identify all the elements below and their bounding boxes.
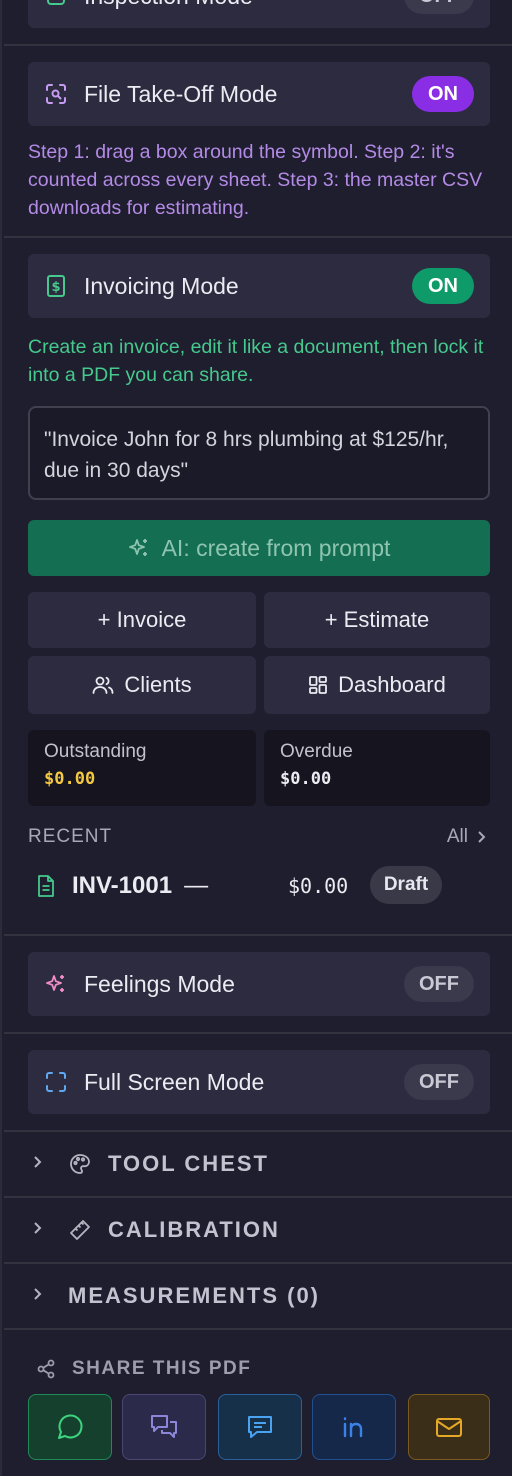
tool-chest-label: TOOL CHEST [108,1151,269,1176]
ai-prompt-input[interactable]: "Invoice John for 8 hrs plumbing at $125… [28,406,490,500]
side-panel: Inspection Mode OFF File Take-Off Mode O… [0,0,512,1476]
takeoff-mode-label: File Take-Off Mode [84,80,278,107]
chevron-right-icon [32,1220,48,1241]
dashboard-label: Dashboard [338,672,446,697]
feelings-mode-row[interactable]: Feelings Mode OFF [28,952,490,1016]
fullscreen-mode-row[interactable]: Full Screen Mode OFF [28,1050,490,1114]
divider [4,1032,512,1034]
takeoff-mode-toggle[interactable]: ON [412,76,474,112]
invoicing-help-text: Create an invoice, edit it like a docume… [28,336,484,386]
dashboard-icon [308,675,328,695]
inspection-mode-row[interactable]: Inspection Mode OFF [28,0,490,28]
takeoff-mode-row[interactable]: File Take-Off Mode ON [28,62,490,126]
share-chat-button[interactable] [122,1394,206,1460]
feelings-mode-label: Feelings Mode [84,970,235,997]
divider [4,1196,512,1198]
chevron-right-icon [476,830,486,844]
divider [4,44,512,46]
all-label: All [446,826,468,847]
calibration-label: CALIBRATION [108,1217,280,1242]
takeoff-help-text: Step 1: drag a box around the symbol. St… [28,141,483,219]
invoicing-mode-row[interactable]: $ Invoicing Mode ON [28,254,490,318]
invoice-dash: — [184,872,209,899]
fullscreen-icon [44,1070,68,1094]
palette-icon [68,1152,94,1176]
share-icon [36,1359,56,1379]
invoice-amount: $0.00 [288,874,349,898]
divider [4,1130,512,1132]
inspection-mode-label: Inspection Mode [84,0,253,10]
document-icon [36,874,56,898]
share-header: SHARE THIS PDF [36,1358,251,1380]
sparkles-icon [128,537,150,559]
recent-header: RECENT [28,826,113,847]
measurements-label: MEASUREMENTS (0) [68,1283,321,1308]
divider [4,1262,512,1264]
invoicing-mode-label: Invoicing Mode [84,272,239,299]
clients-label: Clients [124,672,192,697]
inspection-mode-toggle[interactable]: OFF [404,0,474,14]
invoicing-mode-toggle[interactable]: ON [412,268,474,304]
ruler-icon [68,1218,94,1242]
recent-invoice-row[interactable]: INV-1001 — $0.00 Draft [36,866,476,906]
svg-text:$: $ [51,280,60,295]
outstanding-value: $0.00 [44,769,96,789]
clients-button[interactable]: Clients [28,656,256,714]
new-invoice-button[interactable]: + Invoice [28,592,256,648]
overdue-stat: Overdue $0.00 [264,730,490,806]
invoice-id: INV-1001 [72,872,173,899]
outstanding-label: Outstanding [44,741,147,762]
users-icon [92,675,114,695]
fullscreen-mode-label: Full Screen Mode [84,1068,265,1095]
chevron-right-icon [32,1286,48,1307]
overdue-value: $0.00 [280,769,332,789]
outstanding-stat: Outstanding $0.00 [28,730,256,806]
status-badge: Draft [370,866,442,904]
invoice-dollar-icon: $ [44,274,68,298]
share-message-button[interactable] [218,1394,302,1460]
ai-create-button[interactable]: AI: create from prompt [28,520,490,576]
divider [4,934,512,936]
measurements-section[interactable]: MEASUREMENTS (0) [32,1276,320,1316]
dashboard-button[interactable]: Dashboard [264,656,490,714]
overdue-label: Overdue [280,741,353,762]
divider [4,1328,512,1330]
share-label: SHARE THIS PDF [72,1358,252,1379]
feelings-mode-toggle[interactable]: OFF [404,966,474,1002]
ai-create-label: AI: create from prompt [161,534,391,561]
whatsapp-icon [55,1412,85,1442]
all-invoices-link[interactable]: All [447,826,486,848]
inspection-icon [44,0,68,8]
share-email-button[interactable] [408,1394,490,1460]
share-linkedin-button[interactable] [312,1394,396,1460]
tool-chest-section[interactable]: TOOL CHEST [32,1144,269,1184]
divider [4,236,512,238]
fullscreen-mode-toggle[interactable]: OFF [404,1064,474,1100]
share-whatsapp-button[interactable] [28,1394,112,1460]
scan-icon [44,82,68,106]
linkedin-icon [339,1412,369,1442]
message-icon [245,1412,275,1442]
chevron-right-icon [32,1154,48,1175]
sparkles-icon [44,972,68,996]
chat-bubbles-icon [149,1412,179,1442]
new-estimate-button[interactable]: + Estimate [264,592,490,648]
mail-icon [434,1412,464,1442]
calibration-section[interactable]: CALIBRATION [32,1210,280,1250]
